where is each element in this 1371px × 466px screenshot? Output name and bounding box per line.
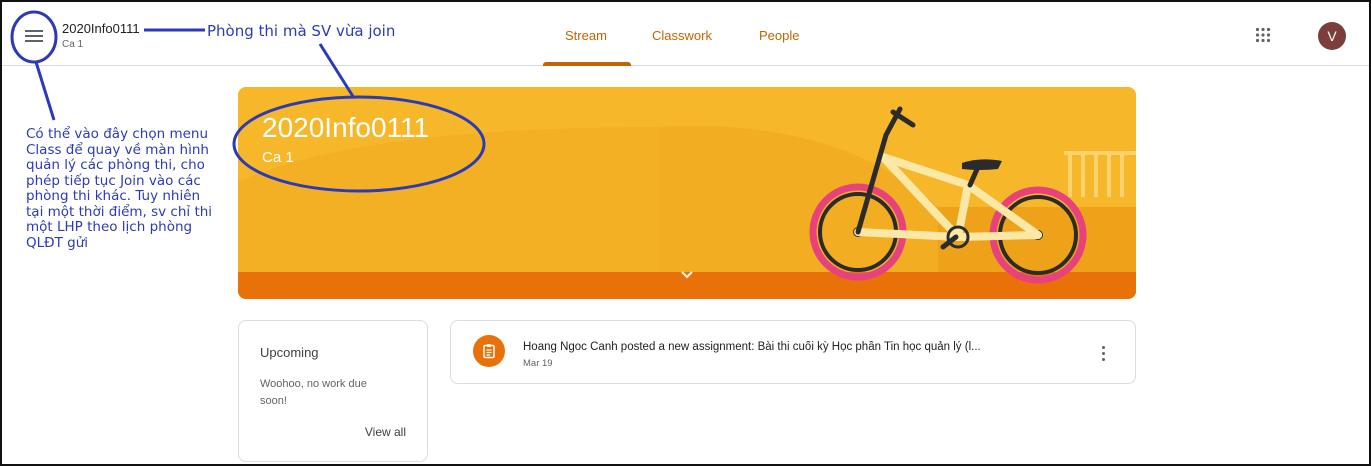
post-date: Mar 19 xyxy=(523,358,553,369)
assignment-icon xyxy=(473,335,505,367)
annotation-menu-note: Có thể vào đây chọn menu Class để quay v… xyxy=(26,126,213,251)
banner-class-section: Ca 1 xyxy=(262,149,294,166)
hamburger-menu-icon-bar xyxy=(25,40,43,42)
hamburger-menu-icon xyxy=(25,30,43,32)
post-text[interactable]: Hoang Ngoc Canh posted a new assignment:… xyxy=(523,341,1083,353)
upcoming-title: Upcoming xyxy=(260,345,319,360)
tab-people[interactable]: People xyxy=(759,28,799,43)
account-avatar[interactable]: V xyxy=(1318,22,1346,50)
tab-classwork[interactable]: Classwork xyxy=(652,28,712,43)
hamburger-menu-icon-bar xyxy=(25,35,43,37)
header-class-title[interactable]: 2020Info0111 xyxy=(62,21,140,36)
more-vert-icon[interactable] xyxy=(1096,344,1112,362)
google-apps-grid-icon[interactable] xyxy=(1255,27,1271,43)
active-tab-indicator xyxy=(543,62,631,66)
upcoming-text: Woohoo, no work due soon! xyxy=(260,378,367,407)
chevron-down-icon[interactable] xyxy=(679,269,695,281)
header-class-section: Ca 1 xyxy=(62,39,84,50)
banner-class-title: 2020Info0111 xyxy=(262,112,430,143)
upcoming-card: Upcoming Woohoo, no work due soon! View … xyxy=(238,320,428,462)
view-all-link[interactable]: View all xyxy=(365,425,406,439)
stream-post[interactable]: Hoang Ngoc Canh posted a new assignment:… xyxy=(450,320,1136,384)
class-banner: 2020Info0111 Ca 1 xyxy=(238,87,1136,299)
tab-stream[interactable]: Stream xyxy=(565,28,607,43)
classroom-window: 2020Info0111 Ca 1 Stream Classwork Peopl… xyxy=(0,0,1371,466)
main-menu-button[interactable] xyxy=(16,18,52,54)
annotation-joined-room: Phòng thi mà SV vừa join xyxy=(207,22,396,40)
